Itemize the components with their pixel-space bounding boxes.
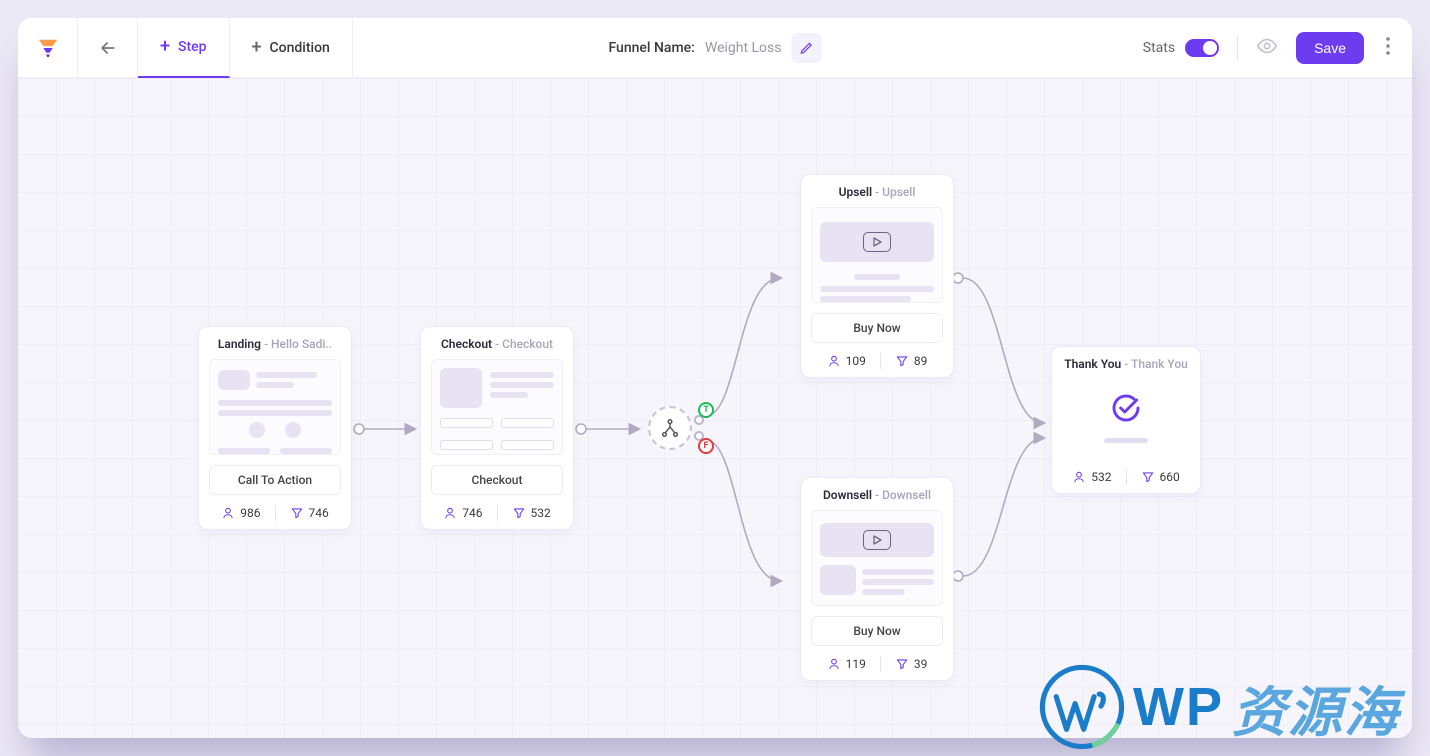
node-thumbnail xyxy=(209,359,341,455)
node-condition[interactable]: T F xyxy=(648,406,692,450)
node-type: Thank You xyxy=(1064,357,1121,371)
app-window: + Step + Condition Funnel Name: Weight L… xyxy=(18,18,1412,738)
node-title: Downsell - Downsell xyxy=(811,488,943,502)
node-type: Upsell xyxy=(839,185,873,199)
node-downsell[interactable]: Downsell - Downsell Buy Now 119 xyxy=(800,477,954,681)
node-name: Downsell xyxy=(882,488,931,502)
funnel-name-label: Funnel Name: xyxy=(609,40,695,56)
check-circle-icon xyxy=(1110,392,1142,428)
node-cta: Buy Now xyxy=(811,313,943,343)
funnel-canvas[interactable]: Landing - Hello Sadi.. xyxy=(18,78,1412,738)
node-thankyou[interactable]: Thank You - Thank You 532 660 xyxy=(1051,346,1201,494)
topbar: + Step + Condition Funnel Name: Weight L… xyxy=(18,18,1412,78)
eye-icon xyxy=(1256,35,1278,57)
filter-icon xyxy=(1141,470,1155,484)
app-logo xyxy=(18,18,78,78)
funnel-logo-icon xyxy=(37,37,59,59)
node-thumbnail xyxy=(1062,379,1190,455)
tab-condition[interactable]: + Condition xyxy=(230,18,353,78)
edit-name-button[interactable] xyxy=(792,33,822,63)
node-metrics: 986 746 xyxy=(209,505,341,521)
visitors-count: 532 xyxy=(1091,470,1111,484)
node-type: Landing xyxy=(218,337,261,351)
node-metrics: 119 39 xyxy=(811,656,943,672)
filter-icon xyxy=(290,506,304,520)
tab-step[interactable]: + Step xyxy=(138,18,230,78)
back-button[interactable] xyxy=(78,18,138,78)
filter-icon xyxy=(895,354,909,368)
visitors-count: 109 xyxy=(846,354,866,368)
node-thumbnail xyxy=(811,207,943,303)
user-icon xyxy=(1072,470,1086,484)
stats-label: Stats xyxy=(1143,40,1175,56)
node-name: Thank You xyxy=(1131,357,1188,371)
filter-icon xyxy=(895,657,909,671)
preview-button[interactable] xyxy=(1256,35,1278,61)
node-title: Checkout - Checkout xyxy=(431,337,563,351)
node-type: Checkout xyxy=(441,337,492,351)
node-metrics: 532 660 xyxy=(1062,469,1190,485)
node-cta: Checkout xyxy=(431,465,563,495)
watermark-text-1: WP xyxy=(1133,676,1224,738)
node-title: Thank You - Thank You xyxy=(1062,357,1190,371)
node-name: Checkout xyxy=(502,337,553,351)
node-landing[interactable]: Landing - Hello Sadi.. xyxy=(198,326,352,530)
funnel-name-group: Funnel Name: Weight Loss xyxy=(609,33,822,63)
user-icon xyxy=(827,657,841,671)
node-thumbnail xyxy=(811,510,943,606)
node-metrics: 109 89 xyxy=(811,353,943,369)
visitors-count: 986 xyxy=(240,506,260,520)
visitors-count: 119 xyxy=(846,657,866,671)
node-metrics: 746 532 xyxy=(431,505,563,521)
watermark-text-2: 资源海 xyxy=(1232,668,1400,747)
plus-icon: + xyxy=(252,37,262,58)
user-icon xyxy=(221,506,235,520)
conversions-count: 39 xyxy=(914,657,928,671)
user-icon xyxy=(443,506,457,520)
node-title: Upsell - Upsell xyxy=(811,185,943,199)
node-checkout[interactable]: Checkout - Checkout xyxy=(420,326,574,530)
arrow-left-icon xyxy=(98,38,118,58)
node-upsell[interactable]: Upsell - Upsell Buy Now 109 89 xyxy=(800,174,954,378)
user-icon xyxy=(827,354,841,368)
conversions-count: 746 xyxy=(309,506,329,520)
stats-toggle[interactable] xyxy=(1185,39,1219,57)
filter-icon xyxy=(512,506,526,520)
conversions-count: 660 xyxy=(1160,470,1180,484)
topbar-right: Stats Save xyxy=(1143,32,1412,64)
play-icon xyxy=(863,232,891,252)
more-menu-button[interactable] xyxy=(1382,37,1394,59)
node-cta: Buy Now xyxy=(811,616,943,646)
node-cta: Call To Action xyxy=(209,465,341,495)
tab-condition-label: Condition xyxy=(270,40,330,56)
tab-step-label: Step xyxy=(178,39,207,55)
wordpress-logo-icon xyxy=(1039,664,1125,750)
pencil-icon xyxy=(800,41,814,55)
watermark: WP 资源海 xyxy=(1039,664,1400,750)
conversions-count: 89 xyxy=(914,354,928,368)
node-name: Upsell xyxy=(882,185,915,199)
node-name: Hello Sadi.. xyxy=(271,337,332,351)
conversions-count: 532 xyxy=(531,506,551,520)
funnel-name-value: Weight Loss xyxy=(705,40,782,56)
node-title: Landing - Hello Sadi.. xyxy=(209,337,341,351)
badge-false: F xyxy=(698,438,714,454)
node-thumbnail xyxy=(431,359,563,455)
badge-true: T xyxy=(698,402,714,418)
divider xyxy=(1237,36,1238,60)
branch-icon xyxy=(659,417,681,439)
stats-toggle-group: Stats xyxy=(1143,39,1219,57)
save-button[interactable]: Save xyxy=(1296,32,1364,64)
dots-vertical-icon xyxy=(1386,37,1390,55)
play-icon xyxy=(863,530,891,550)
visitors-count: 746 xyxy=(462,506,482,520)
plus-icon: + xyxy=(160,36,170,57)
node-type: Downsell xyxy=(823,488,872,502)
